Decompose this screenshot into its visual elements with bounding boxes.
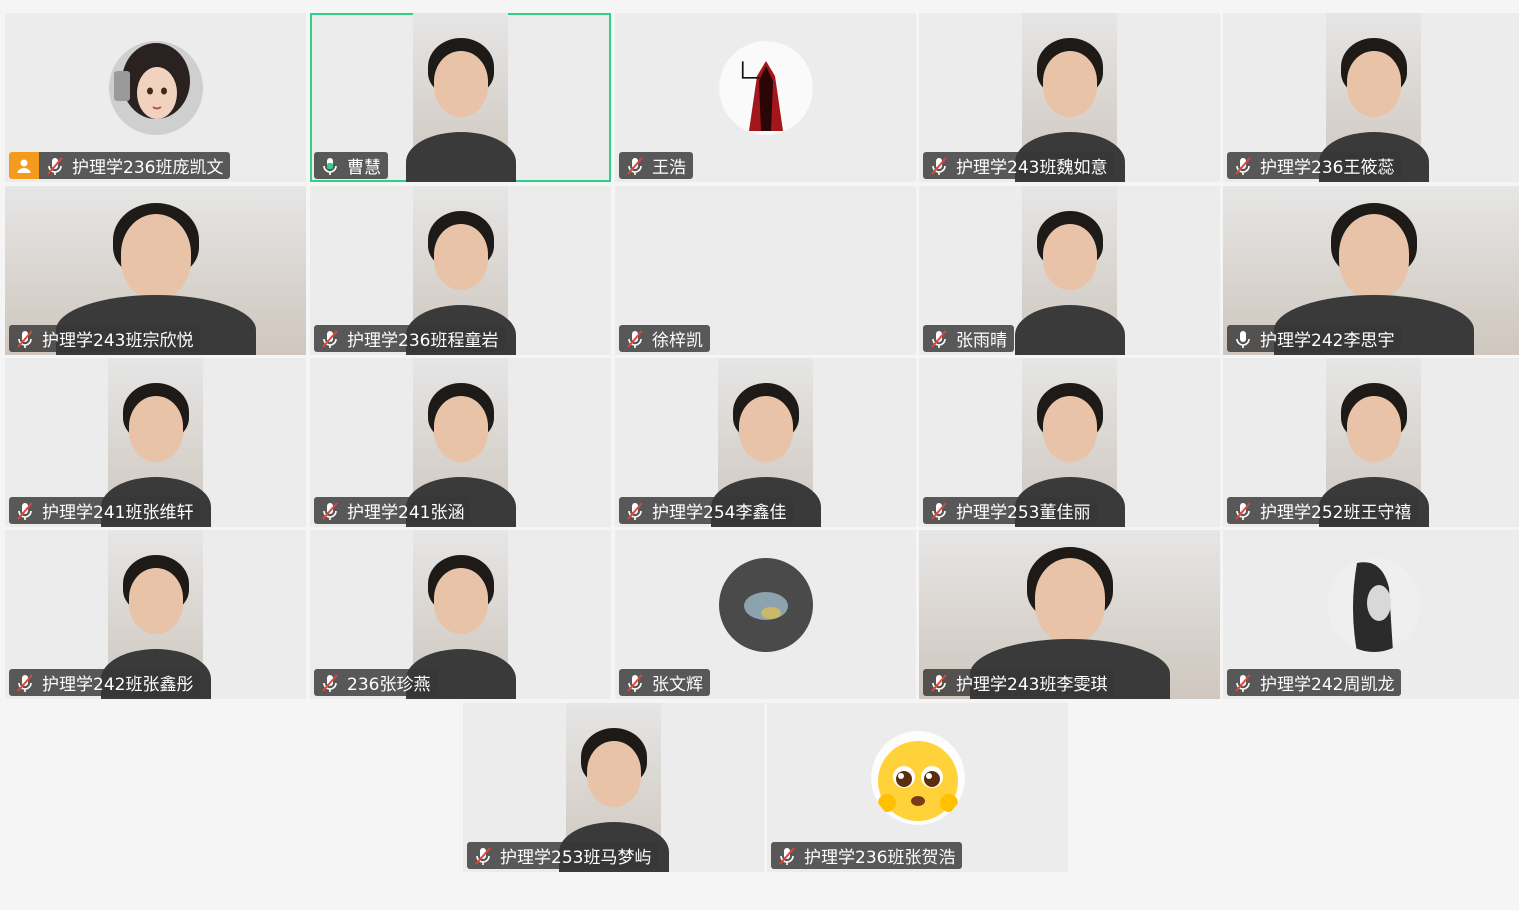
participant-name: 曹慧 [347, 158, 381, 178]
participant-name: 护理学242李思宇 [1260, 331, 1395, 351]
participant-name: 护理学254李鑫佳 [652, 503, 787, 523]
name-tag: 护理学241班张维轩 [9, 497, 201, 524]
avatar [108, 41, 203, 135]
participant-name: 护理学241张涵 [347, 503, 465, 523]
participant-16-tile[interactable]: 护理学242班张鑫彤 [5, 530, 306, 699]
video-grid: 护理学236班庞凯文 曹慧 𠃊 王浩 护理学243班魏如意 护理学236王筱蕊护理学243… [0, 0, 1519, 910]
participant-7-tile[interactable]: 护理学236班程童岩 [310, 186, 611, 355]
participant-name: 护理学242周凯龙 [1260, 675, 1395, 695]
mic-muted-icon [1232, 500, 1254, 522]
avatar [870, 731, 965, 825]
mic-muted-icon [1232, 672, 1254, 694]
participant-name: 护理学236班张贺浩 [804, 848, 956, 868]
participant-12-tile[interactable]: 护理学241张涵 [310, 358, 611, 527]
participant-name: 护理学236班庞凯文 [72, 158, 224, 178]
participant-18-tile[interactable]: 张文辉 [615, 530, 916, 699]
mic-muted-icon [624, 328, 646, 350]
name-tag: 护理学242周凯龙 [1227, 669, 1402, 696]
participant-name: 徐梓凯 [652, 331, 703, 351]
mic-muted-icon [44, 155, 66, 177]
participant-1-tile[interactable]: 护理学236班庞凯文 [5, 13, 306, 182]
mic-muted-icon [319, 328, 341, 350]
name-tag: 护理学254李鑫佳 [619, 497, 794, 524]
participant-9-tile[interactable]: 张雨晴 [919, 186, 1220, 355]
name-tag: 护理学241张涵 [314, 497, 472, 524]
svg-text:𠃊: 𠃊 [739, 60, 761, 85]
participant-21-tile[interactable]: 护理学253班马梦屿 [463, 703, 764, 872]
participant-14-tile[interactable]: 护理学253董佳丽 [919, 358, 1220, 527]
mic-muted-icon [776, 845, 798, 867]
name-tag: 张文辉 [619, 669, 710, 696]
participant-5-tile[interactable]: 护理学236王筱蕊 [1223, 13, 1519, 182]
participant-name: 236张珍燕 [347, 675, 431, 695]
name-tag: 徐梓凯 [619, 325, 710, 352]
participant-3-tile[interactable]: 𠃊 王浩 [615, 13, 916, 182]
avatar [718, 558, 813, 652]
name-tag: 护理学236班庞凯文 [39, 152, 231, 179]
participant-20-tile[interactable]: 护理学242周凯龙 [1223, 530, 1519, 699]
name-tag: 护理学236班程童岩 [314, 325, 506, 352]
participant-2-tile[interactable]: 曹慧 [310, 13, 611, 182]
mic-icon [1232, 328, 1254, 350]
mic-muted-icon [624, 500, 646, 522]
mic-muted-icon [14, 500, 36, 522]
participant-name: 护理学252班王守禧 [1260, 503, 1412, 523]
mic-speaking-icon [319, 155, 341, 177]
participant-name: 护理学243班宗欣悦 [42, 331, 194, 351]
name-tag: 护理学242班张鑫彤 [9, 669, 201, 696]
name-tag: 护理学236王筱蕊 [1227, 152, 1402, 179]
participant-name: 张雨晴 [956, 331, 1007, 351]
mic-muted-icon [319, 500, 341, 522]
video-feed [405, 13, 516, 182]
mic-muted-icon [14, 328, 36, 350]
participant-13-tile[interactable]: 护理学254李鑫佳 [615, 358, 916, 527]
participant-name: 王浩 [652, 158, 686, 178]
mic-muted-icon [624, 155, 646, 177]
participant-19-tile[interactable]: 护理学243班李雯琪 [919, 530, 1220, 699]
avatar [1326, 558, 1421, 652]
mic-muted-icon [472, 845, 494, 867]
participant-22-tile[interactable]: 护理学236班张贺浩 [767, 703, 1068, 872]
name-tag: 护理学252班王守禧 [1227, 497, 1419, 524]
participant-name: 护理学253董佳丽 [956, 503, 1091, 523]
name-tag: 护理学253董佳丽 [923, 497, 1098, 524]
participant-15-tile[interactable]: 护理学252班王守禧 [1223, 358, 1519, 527]
participant-name: 护理学243班魏如意 [956, 158, 1108, 178]
mic-muted-icon [319, 672, 341, 694]
name-tag: 护理学243班魏如意 [923, 152, 1115, 179]
name-tag: 护理学243班李雯琪 [923, 669, 1115, 696]
name-tag: 护理学243班宗欣悦 [9, 325, 201, 352]
participant-name: 护理学253班马梦屿 [500, 848, 652, 868]
mic-muted-icon [14, 672, 36, 694]
participant-4-tile[interactable]: 护理学243班魏如意 [919, 13, 1220, 182]
participant-name: 张文辉 [652, 675, 703, 695]
name-tag: 236张珍燕 [314, 669, 438, 696]
mic-muted-icon [1232, 155, 1254, 177]
participant-10-tile[interactable]: 护理学242李思宇 [1223, 186, 1519, 355]
host-person-icon [9, 152, 39, 179]
participant-6-tile[interactable]: 护理学243班宗欣悦 [5, 186, 306, 355]
participant-name: 护理学242班张鑫彤 [42, 675, 194, 695]
video-feed [1014, 186, 1125, 355]
participant-11-tile[interactable]: 护理学241班张维轩 [5, 358, 306, 527]
mic-muted-icon [928, 500, 950, 522]
name-tag: 王浩 [619, 152, 693, 179]
mic-muted-icon [928, 672, 950, 694]
name-tag: 张雨晴 [923, 325, 1014, 352]
participant-17-tile[interactable]: 236张珍燕 [310, 530, 611, 699]
mic-muted-icon [928, 155, 950, 177]
name-tag: 护理学242李思宇 [1227, 325, 1402, 352]
mic-muted-icon [928, 328, 950, 350]
participant-name: 护理学236班程童岩 [347, 331, 499, 351]
name-tag: 护理学253班马梦屿 [467, 842, 659, 869]
avatar: 𠃊 [718, 41, 813, 135]
participant-name: 护理学243班李雯琪 [956, 675, 1108, 695]
name-tag: 护理学236班张贺浩 [771, 842, 963, 869]
participant-8-tile[interactable]: 徐梓凯 [615, 186, 916, 355]
participant-name: 护理学236王筱蕊 [1260, 158, 1395, 178]
mic-muted-icon [624, 672, 646, 694]
participant-name: 护理学241班张维轩 [42, 503, 194, 523]
name-tag: 曹慧 [314, 152, 388, 179]
